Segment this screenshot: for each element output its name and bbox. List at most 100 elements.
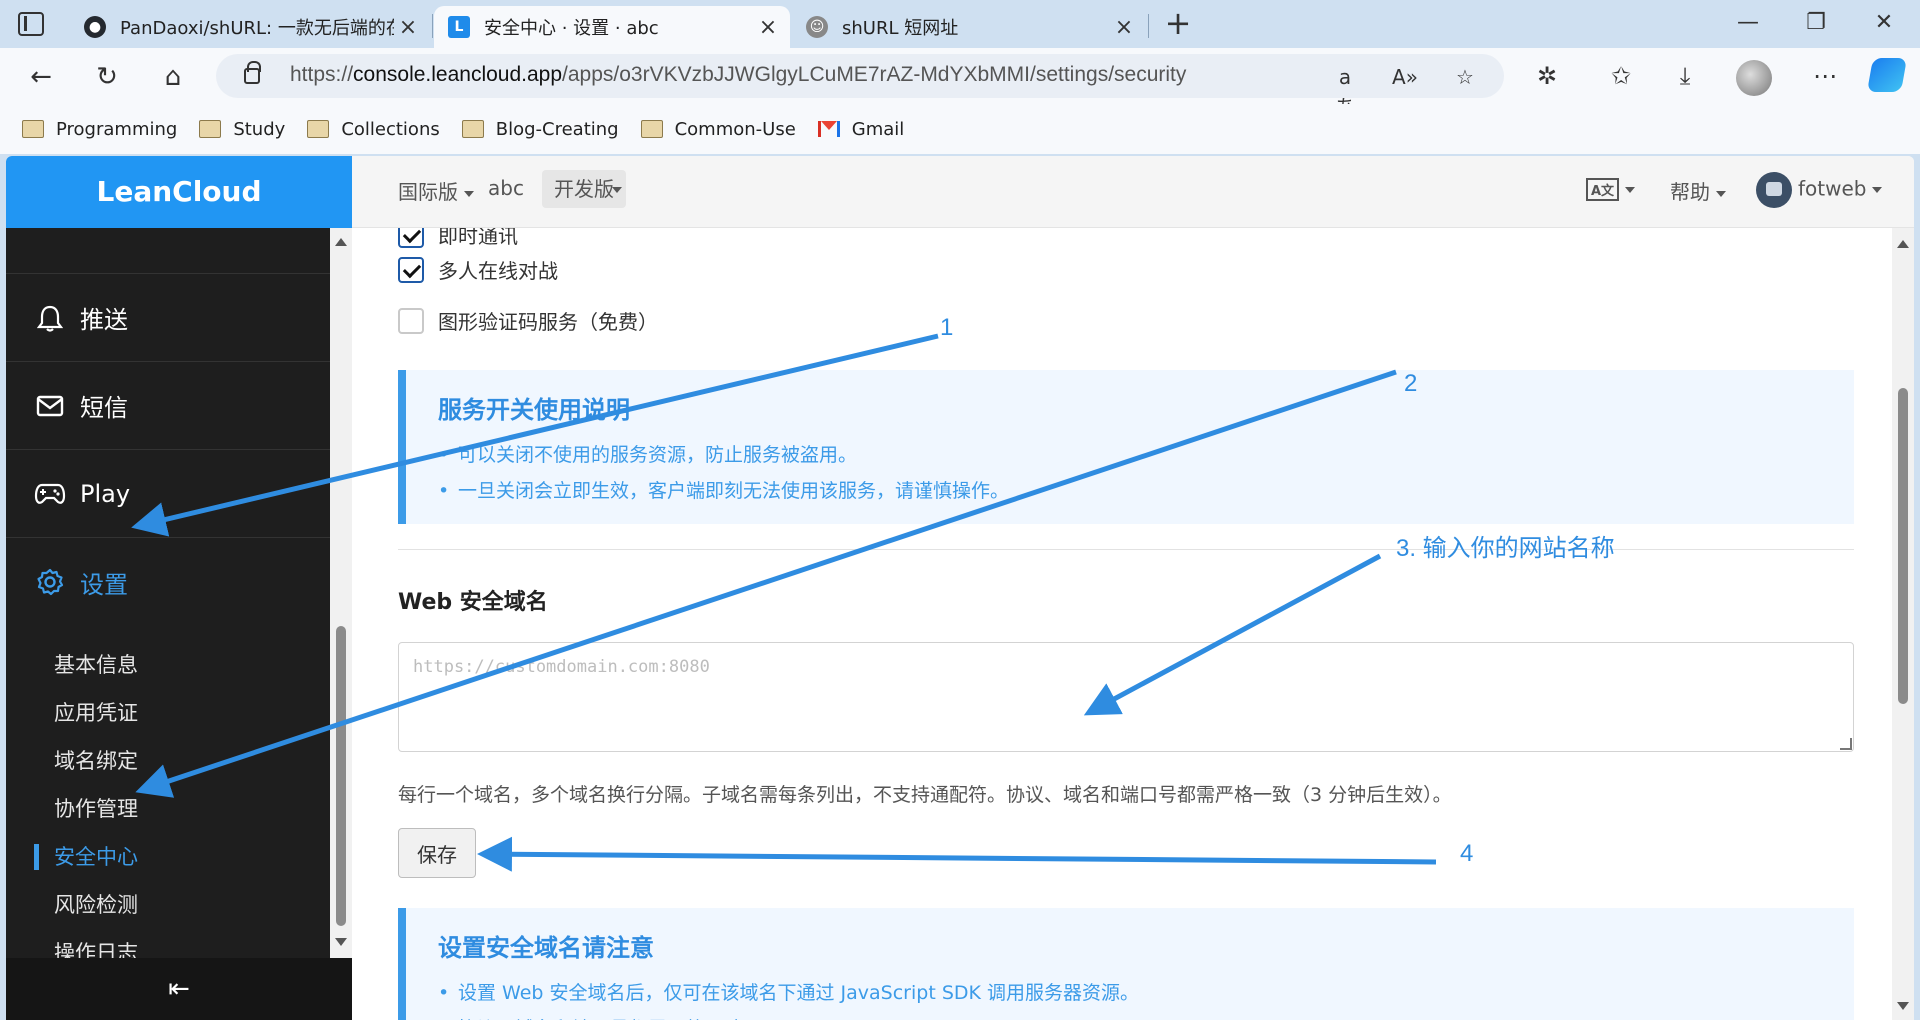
close-icon[interactable]: × bbox=[1110, 15, 1138, 40]
sidebar: 推送 短信 Play 设置 基本信息 应用凭证 域名绑定 协作管理 安全中心 风… bbox=[6, 228, 352, 1020]
url-path: /apps/o3rVKVzbJJWGlgyLCuME7rAZ-MdYXbMMI/… bbox=[562, 63, 1187, 86]
bookmark-collections[interactable]: Collections bbox=[307, 119, 440, 140]
region-label: 国际版 bbox=[398, 180, 458, 204]
sidebar-subitem-collaboration[interactable]: 协作管理 bbox=[6, 784, 330, 832]
checkbox[interactable] bbox=[398, 256, 424, 283]
browser-tabstrip: ● PanDaoxi/shURL: 一款无后端的在 × L 安全中心 · 设置 … bbox=[0, 0, 1920, 48]
tab-actions-icon[interactable] bbox=[18, 12, 44, 36]
bookmark-blog-creating[interactable]: Blog-Creating bbox=[461, 119, 619, 140]
favorite-star-icon[interactable]: ☆ bbox=[1450, 62, 1480, 92]
folder-icon bbox=[461, 120, 484, 138]
download-icon[interactable]: ⤓ bbox=[1668, 59, 1702, 93]
sidebar-item-play[interactable]: Play bbox=[6, 450, 330, 538]
bookmark-programming[interactable]: Programming bbox=[22, 119, 177, 140]
github-icon: ● bbox=[84, 16, 106, 38]
url-prefix: https:// bbox=[290, 63, 354, 86]
chevron-down-icon bbox=[1625, 186, 1636, 193]
user-menu[interactable]: fotweb bbox=[1756, 172, 1883, 208]
tab-title: PanDaoxi/shURL: 一款无后端的在 bbox=[120, 18, 394, 39]
web-domain-input[interactable] bbox=[398, 642, 1854, 752]
bookmark-gmail[interactable]: Gmail bbox=[817, 119, 904, 140]
service-toggle-multiplayer[interactable]: 多人在线对战 bbox=[398, 255, 558, 284]
annotation-label-4: 4 bbox=[1460, 840, 1474, 867]
bookmarks-bar: Programming Study Collections Blog-Creat… bbox=[0, 104, 1920, 154]
bell-icon bbox=[34, 302, 66, 334]
close-icon[interactable]: × bbox=[394, 15, 422, 40]
app-switcher-dropdown[interactable] bbox=[606, 176, 622, 200]
robot-icon: ☺ bbox=[806, 16, 828, 38]
app-name[interactable]: abc bbox=[488, 176, 524, 200]
translate-icon[interactable]: aあ bbox=[1330, 62, 1360, 119]
sidebar-subitem-credentials[interactable]: 应用凭证 bbox=[6, 688, 330, 736]
browser-tab-github[interactable]: ● PanDaoxi/shURL: 一款无后端的在 × bbox=[70, 6, 430, 48]
leancloud-l-icon: L bbox=[448, 16, 470, 38]
notice-line: 可以关闭不使用的服务资源，防止服务被盗用。 bbox=[438, 437, 1822, 473]
scrollbar-thumb[interactable] bbox=[1898, 388, 1908, 704]
app-header: 国际版 abc 开发版 A文 帮助 fotweb bbox=[352, 156, 1914, 228]
minimize-icon[interactable]: — bbox=[1728, 8, 1768, 40]
sidebar-subitem-basic-info[interactable]: 基本信息 bbox=[6, 640, 330, 688]
checkbox[interactable] bbox=[398, 307, 424, 334]
help-dropdown[interactable]: 帮助 bbox=[1670, 176, 1726, 205]
browser-toolbar: ← ↻ ⌂ https://console.leancloud.app/apps… bbox=[0, 48, 1920, 119]
sidebar-item-settings[interactable]: 设置 bbox=[6, 538, 330, 626]
service-label: 图形验证码服务（免费） bbox=[438, 310, 658, 334]
save-button[interactable]: 保存 bbox=[398, 828, 476, 878]
url-host: console.leancloud.app bbox=[353, 63, 563, 86]
username: fotweb bbox=[1798, 176, 1867, 201]
more-menu-icon[interactable]: ⋯ bbox=[1808, 59, 1842, 93]
folder-icon bbox=[307, 120, 330, 138]
section-divider bbox=[398, 549, 1854, 550]
scroll-up-icon[interactable] bbox=[335, 238, 347, 246]
restore-icon[interactable]: ❐ bbox=[1796, 8, 1836, 40]
sidebar-subitem-security-center[interactable]: 安全中心 bbox=[6, 832, 330, 880]
service-toggle-im[interactable]: 即时通讯 bbox=[398, 228, 518, 249]
folder-icon bbox=[199, 120, 222, 138]
service-toggle-captcha[interactable]: 图形验证码服务（免费） bbox=[398, 306, 658, 335]
sidebar-subitem-label: 域名绑定 bbox=[54, 749, 138, 773]
url-text[interactable]: https://console.leancloud.app/apps/o3rVK… bbox=[290, 63, 1186, 87]
copilot-icon[interactable] bbox=[1867, 58, 1907, 92]
sidebar-item-push[interactable]: 推送 bbox=[6, 274, 330, 362]
close-icon[interactable]: × bbox=[754, 15, 782, 40]
folder-icon bbox=[640, 120, 663, 138]
sidebar-collapse-button[interactable]: ⇤ bbox=[6, 958, 352, 1020]
main-scrollbar[interactable] bbox=[1892, 228, 1914, 1020]
address-bar[interactable]: https://console.leancloud.app/apps/o3rVK… bbox=[216, 54, 1504, 119]
notice-title: 设置安全域名请注意 bbox=[438, 934, 654, 962]
scrollbar-thumb[interactable] bbox=[336, 626, 346, 926]
sidebar-scrollbar[interactable] bbox=[330, 228, 352, 958]
new-tab-icon[interactable]: + bbox=[1160, 6, 1196, 42]
favorites-icon[interactable]: ✩ bbox=[1604, 59, 1638, 93]
scroll-down-icon[interactable] bbox=[1897, 1002, 1909, 1010]
refresh-icon[interactable]: ↻ bbox=[90, 60, 124, 94]
resize-grip-icon[interactable] bbox=[1840, 738, 1852, 750]
window-close-icon[interactable]: ✕ bbox=[1864, 8, 1904, 40]
annotation-label-2: 2 bbox=[1404, 370, 1418, 397]
sidebar-item-sms[interactable]: 短信 bbox=[6, 362, 330, 450]
language-dropdown[interactable]: A文 bbox=[1586, 176, 1636, 201]
bookmark-common-use[interactable]: Common-Use bbox=[640, 119, 796, 140]
language-icon: A文 bbox=[1586, 178, 1620, 201]
sidebar-subitem-domain-binding[interactable]: 域名绑定 bbox=[6, 736, 330, 784]
bookmark-study[interactable]: Study bbox=[199, 119, 285, 140]
collapse-left-icon: ⇤ bbox=[168, 974, 190, 1004]
read-aloud-icon[interactable]: A» bbox=[1390, 62, 1420, 92]
scroll-up-icon[interactable] bbox=[1897, 240, 1909, 248]
browser-tab-shurl[interactable]: ☺ shURL 短网址 × bbox=[792, 6, 1146, 48]
region-dropdown[interactable]: 国际版 bbox=[398, 176, 474, 205]
tab-separator bbox=[432, 14, 433, 38]
browser-tab-security[interactable]: L 安全中心 · 设置 · abc × bbox=[434, 6, 790, 48]
sidebar-item-im-partial[interactable] bbox=[6, 202, 330, 274]
back-icon[interactable]: ← bbox=[24, 60, 58, 94]
checkbox[interactable] bbox=[398, 228, 424, 248]
sidebar-subitem-label: 基本信息 bbox=[54, 653, 138, 677]
scroll-down-icon[interactable] bbox=[335, 938, 347, 946]
extensions-icon[interactable]: ✲ bbox=[1530, 59, 1564, 93]
sidebar-subitem-label: 风险检测 bbox=[54, 893, 138, 917]
sidebar-menu: 推送 短信 Play 设置 基本信息 应用凭证 域名绑定 协作管理 安全中心 风… bbox=[6, 228, 330, 976]
lock-icon[interactable] bbox=[244, 61, 261, 84]
sidebar-subitem-risk-detection[interactable]: 风险检测 bbox=[6, 880, 330, 928]
home-icon[interactable]: ⌂ bbox=[156, 60, 190, 94]
profile-avatar[interactable] bbox=[1736, 60, 1772, 96]
